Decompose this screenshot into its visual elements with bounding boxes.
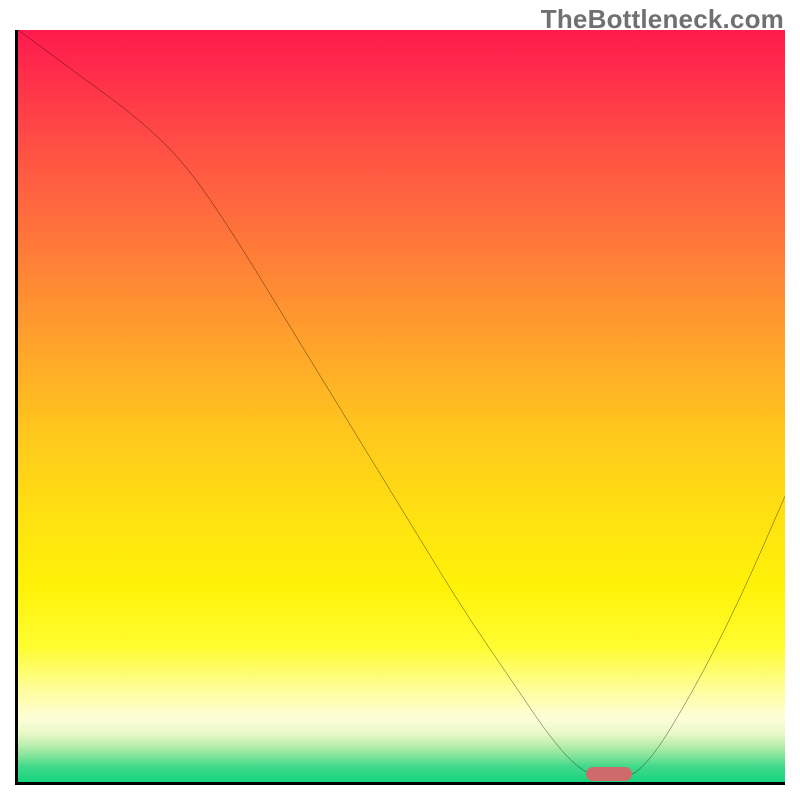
watermark-text: TheBottleneck.com [541, 4, 784, 35]
chart-stage: TheBottleneck.com [0, 0, 800, 800]
optimum-marker [586, 767, 632, 781]
bottleneck-curve [18, 30, 785, 782]
plot-area [15, 30, 785, 785]
